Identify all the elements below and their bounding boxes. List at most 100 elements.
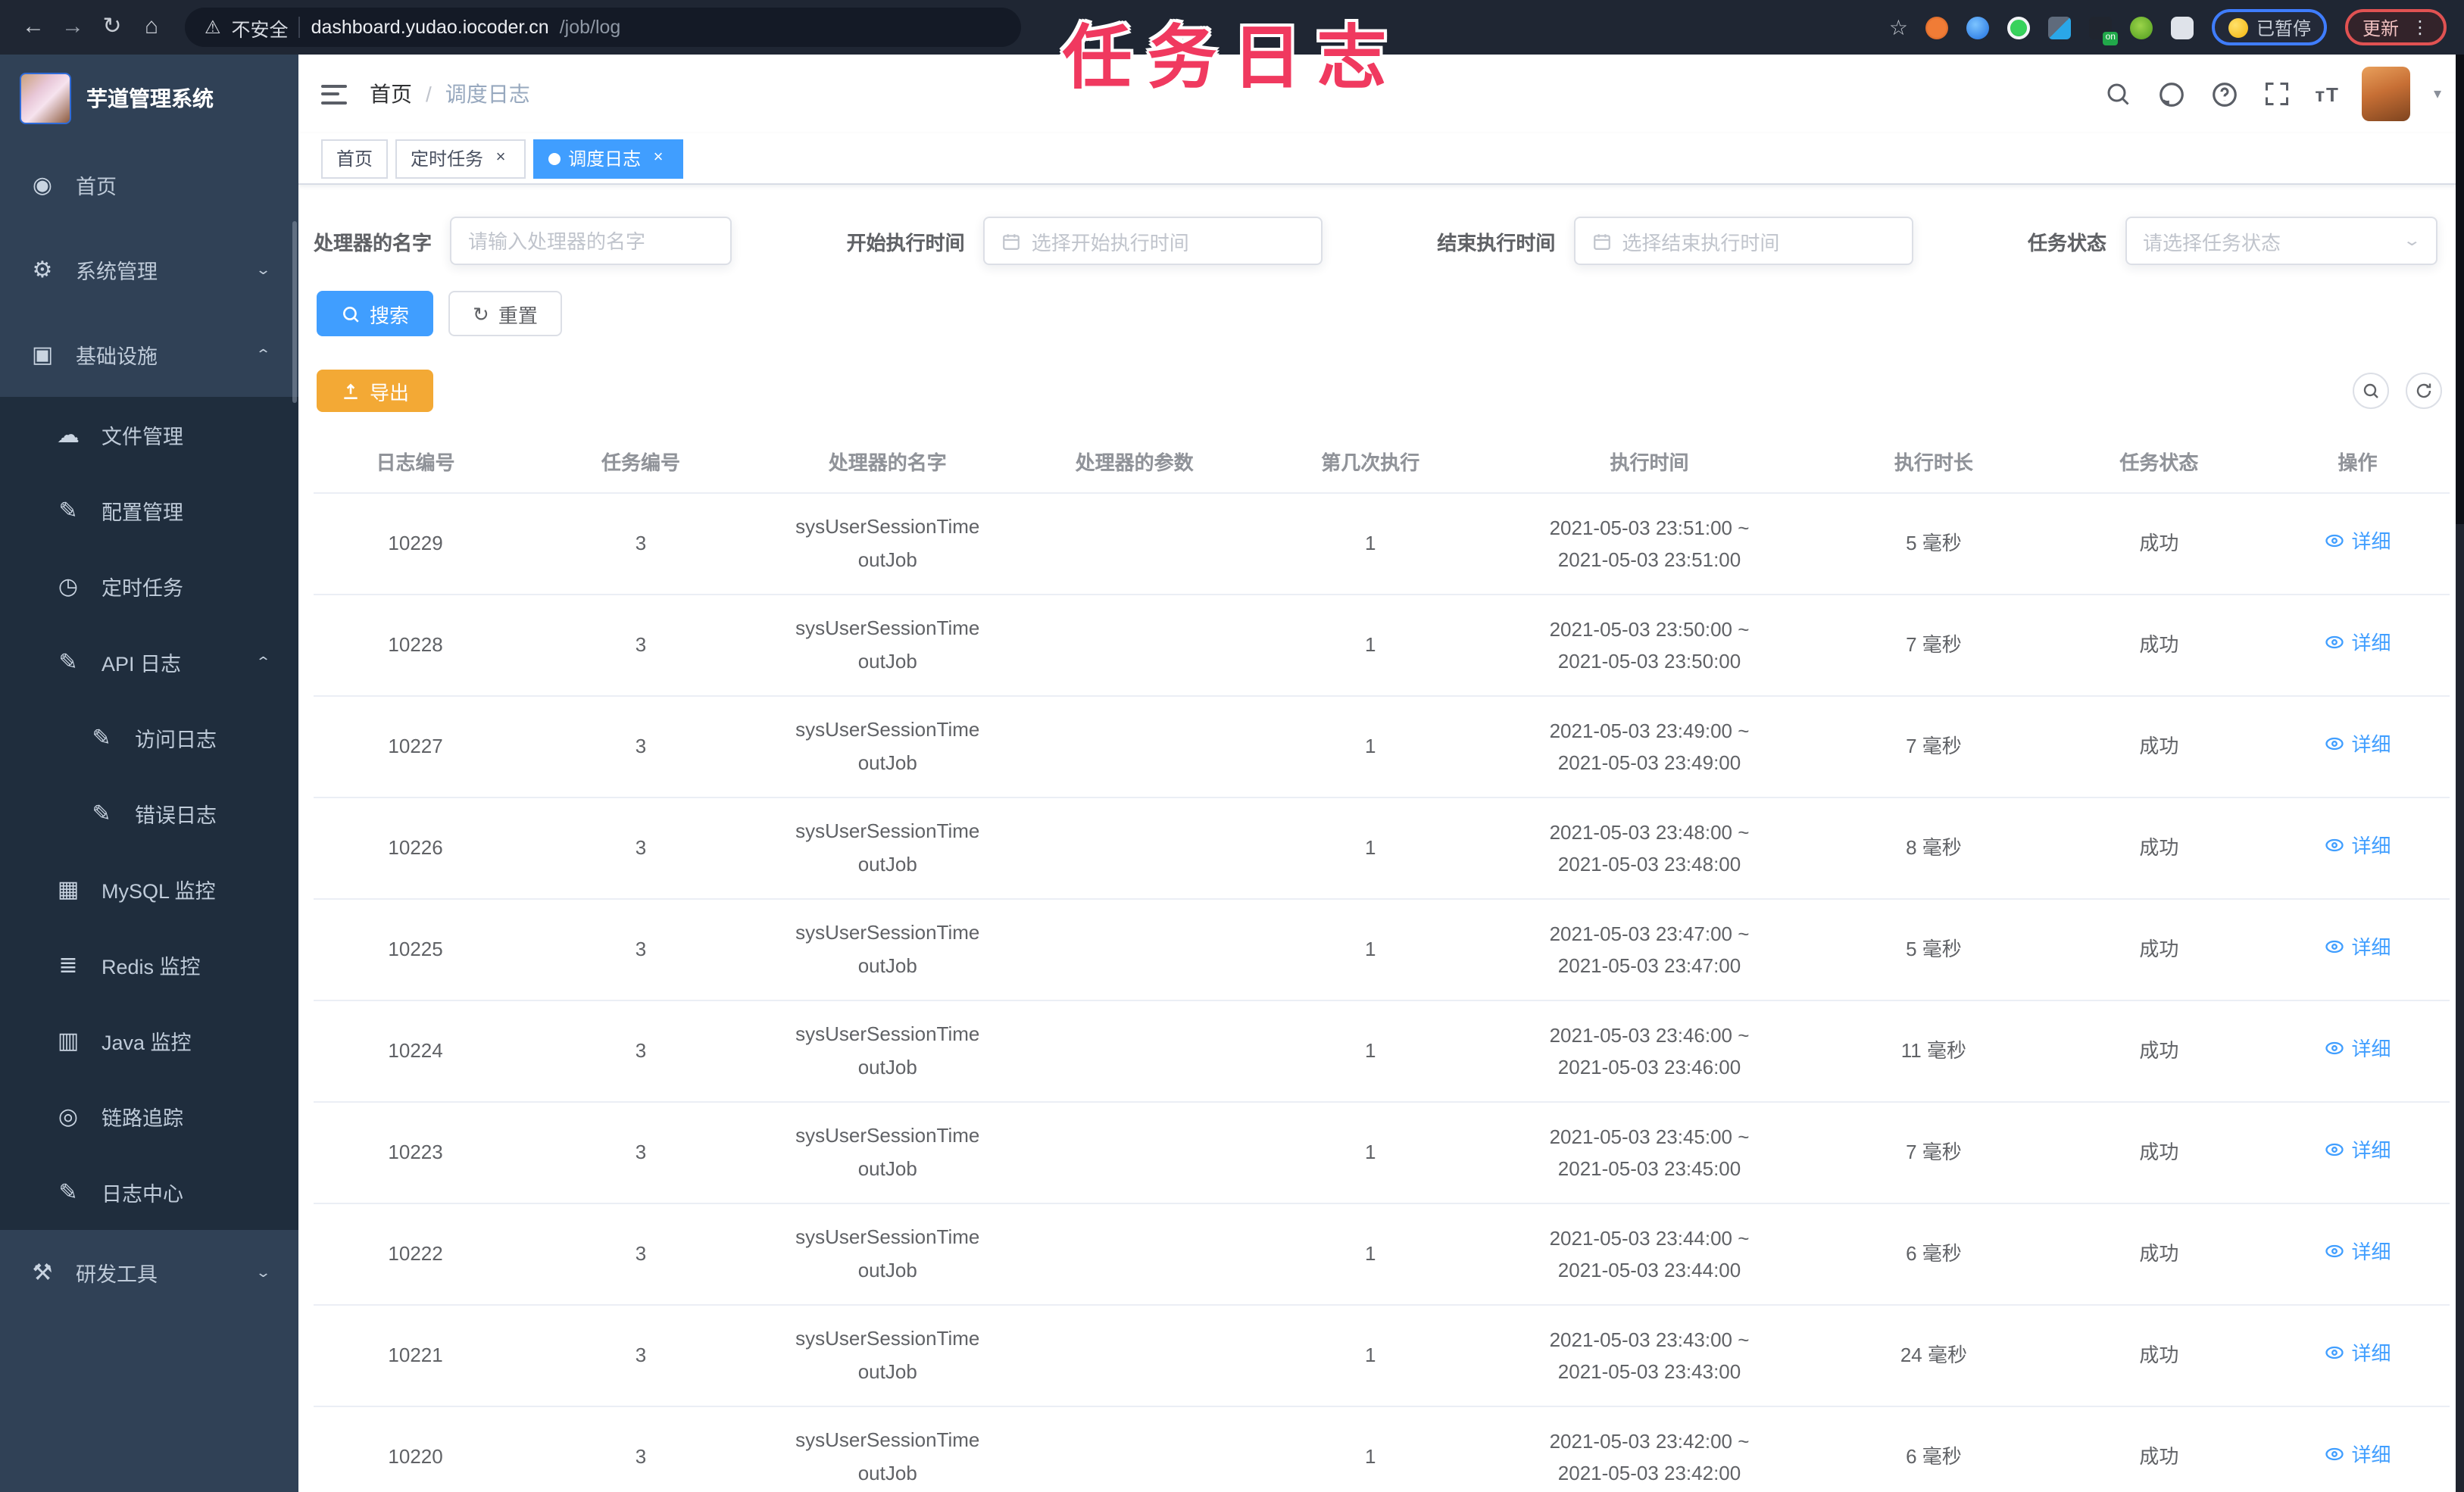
handler-param-cell — [1010, 1000, 1258, 1102]
sidebar-item-基础设施[interactable]: ▣ 基础设施 ⌃ — [0, 312, 298, 397]
detail-link[interactable]: 详细 — [2325, 830, 2391, 862]
duration-cell: 11 毫秒 — [1816, 1000, 2052, 1102]
sidebar-item-文件管理[interactable]: ☁ 文件管理 — [0, 397, 298, 473]
end-time: 2021-05-03 23:48:00 — [1557, 852, 1741, 875]
bookmark-star-icon[interactable]: ☆ — [1889, 14, 1908, 40]
job-log-table: 日志编号 任务编号 处理器的名字 处理器的参数 第几次执行 执行时间 执行时长 任务状态 操作 … — [314, 432, 2449, 1492]
sidebar-item-系统管理[interactable]: ⚙ 系统管理 ⌄ — [0, 227, 298, 312]
handler-param-cell — [1010, 492, 1258, 595]
breadcrumb-home[interactable]: 首页 — [370, 79, 412, 109]
detail-link[interactable]: 详细 — [2325, 1337, 2391, 1369]
close-tag-icon[interactable]: × — [648, 148, 668, 168]
browser-back-icon[interactable]: ← — [18, 11, 48, 44]
end-time: 2021-05-03 23:47:00 — [1557, 954, 1741, 976]
sidebar-item-访问日志[interactable]: ✎ 访问日志 — [0, 700, 298, 776]
sidebar-item-定时任务[interactable]: ◷ 定时任务 — [0, 548, 298, 624]
job-id-cell: 3 — [517, 594, 764, 696]
job-id-cell: 3 — [517, 1406, 764, 1492]
page-scrollbar-thumb[interactable] — [2455, 55, 2464, 524]
execute-index-cell: 1 — [1257, 797, 1483, 899]
extension-green-v-icon[interactable] — [2007, 16, 2031, 39]
sidebar-item-Java-监控[interactable]: ▥ Java 监控 — [0, 1003, 298, 1078]
job-status-select[interactable]: 请选择任务状态 ⌄ — [2125, 217, 2437, 265]
sidebar-item-API-日志[interactable]: ✎ API 日志 ⌃ — [0, 624, 298, 700]
tag-view-调度日志[interactable]: 调度日志 × — [533, 139, 684, 178]
job-id-cell: 3 — [517, 1000, 764, 1102]
column-header-处理器的参数: 处理器的参数 — [1010, 432, 1258, 493]
dev-tools-icon: ⚒ — [32, 1260, 53, 1286]
duration-cell: 7 毫秒 — [1816, 695, 2052, 798]
search-icon[interactable] — [2103, 79, 2133, 109]
extension-ublock-icon[interactable] — [1925, 16, 1949, 39]
column-header-第几次执行: 第几次执行 — [1257, 432, 1483, 493]
sidebar-item-日志中心[interactable]: ✎ 日志中心 — [0, 1154, 298, 1230]
execute-time-cell: 2021-05-03 23:51:00 ~ 2021-05-03 23:51:00 — [1482, 492, 1816, 595]
begin-time: 2021-05-03 23:46:00 ~ — [1549, 1023, 1750, 1046]
detail-link[interactable]: 详细 — [2325, 627, 2391, 659]
font-size-icon[interactable]: тT — [2315, 83, 2340, 105]
reset-button[interactable]: ↻ 重置 — [448, 291, 562, 336]
eye-icon — [2325, 1140, 2346, 1161]
gear-icon: ⚙ — [32, 258, 53, 283]
sidebar-item-配置管理[interactable]: ✎ 配置管理 — [0, 473, 298, 548]
sidebar-scrollbar[interactable] — [292, 221, 297, 403]
end-time: 2021-05-03 23:51:00 — [1557, 548, 1741, 570]
page-scrollbar[interactable] — [2455, 55, 2464, 1492]
extension-grid-icon[interactable] — [2048, 16, 2072, 39]
detail-link[interactable]: 详细 — [2325, 932, 2391, 963]
toggle-search-icon[interactable] — [2352, 373, 2388, 409]
tag-view-首页[interactable]: 首页 — [321, 139, 389, 178]
help-icon[interactable] — [2209, 79, 2239, 109]
detail-link[interactable]: 详细 — [2325, 1236, 2391, 1268]
user-menu-caret-icon[interactable]: ▾ — [2434, 86, 2441, 102]
extension-lighthouse-icon[interactable] — [1966, 16, 1990, 39]
export-button[interactable]: 导出 — [317, 370, 434, 412]
detail-link[interactable]: 详细 — [2325, 526, 2391, 557]
filter-group-任务状态: 任务状态 请选择任务状态 ⌄ — [2028, 217, 2437, 265]
status-cell: 成功 — [2051, 797, 2267, 899]
sidebar-item-研发工具[interactable]: ⚒ 研发工具 ⌄ — [0, 1230, 298, 1315]
browser-home-icon[interactable]: ⌂ — [136, 11, 167, 44]
sidebar-logo-row[interactable]: 芋道管理系统 — [0, 55, 298, 142]
browser-reload-icon[interactable]: ↻ — [97, 11, 127, 44]
extension-sprout-icon[interactable] — [2130, 16, 2153, 39]
date-picker-input[interactable]: 选择开始执行时间 — [982, 217, 1323, 265]
hamburger-icon[interactable] — [321, 84, 347, 104]
sidebar-item-Redis-监控[interactable]: ≣ Redis 监控 — [0, 927, 298, 1003]
paused-badge[interactable]: 已暂停 — [2212, 9, 2328, 45]
browser-menu-icon[interactable]: ⋮ — [2411, 17, 2429, 38]
handler-name-input[interactable] — [450, 217, 732, 265]
tag-view-定时任务[interactable]: 定时任务 × — [395, 139, 526, 178]
update-badge[interactable]: 更新 ⋮ — [2345, 9, 2446, 45]
execute-time-cell: 2021-05-03 23:46:00 ~ 2021-05-03 23:46:00 — [1482, 1000, 1816, 1102]
search-button[interactable]: 搜索 — [317, 291, 434, 336]
detail-link[interactable]: 详细 — [2325, 729, 2391, 760]
detail-link[interactable]: 详细 — [2325, 1033, 2391, 1065]
sidebar-item-链路追踪[interactable]: ◎ 链路追踪 — [0, 1078, 298, 1154]
search-button-label: 搜索 — [370, 304, 410, 326]
app-header: 首页 / 调度日志 тT ▾ — [298, 55, 2464, 133]
execute-time-cell: 2021-05-03 23:42:00 ~ 2021-05-03 23:42:00 — [1482, 1406, 1816, 1492]
sidebar-item-MySQL-监控[interactable]: ▦ MySQL 监控 — [0, 851, 298, 927]
sidebar-item-错误日志[interactable]: ✎ 错误日志 — [0, 776, 298, 851]
export-button-label: 导出 — [370, 381, 410, 404]
end-time: 2021-05-03 23:44:00 — [1557, 1258, 1741, 1281]
detail-link[interactable]: 详细 — [2325, 1135, 2391, 1166]
detail-link[interactable]: 详细 — [2325, 1439, 2391, 1471]
github-icon[interactable] — [2156, 79, 2186, 109]
address-bar[interactable]: ⚠ 不安全 dashboard.yudao.iocoder.cn/job/log — [185, 8, 1021, 47]
breadcrumb-separator: / — [426, 82, 432, 106]
fullscreen-icon[interactable] — [2262, 79, 2292, 109]
sidebar-item-首页[interactable]: ◉ 首页 — [0, 142, 298, 227]
close-tag-icon[interactable]: × — [491, 148, 511, 168]
browser-forward-icon[interactable]: → — [58, 11, 88, 44]
header-actions: тT ▾ — [2103, 67, 2441, 121]
text-input[interactable] — [468, 229, 714, 252]
user-avatar[interactable] — [2362, 67, 2411, 121]
extension-puzzle-icon[interactable] — [2171, 16, 2194, 39]
refresh-table-icon[interactable] — [2405, 373, 2441, 409]
date-picker-input[interactable]: 选择结束执行时间 — [1573, 217, 1913, 265]
extension-onetab-icon[interactable]: on — [2089, 16, 2119, 45]
handler-param-cell — [1010, 1406, 1258, 1492]
action-cell: 详细 — [2266, 594, 2449, 696]
